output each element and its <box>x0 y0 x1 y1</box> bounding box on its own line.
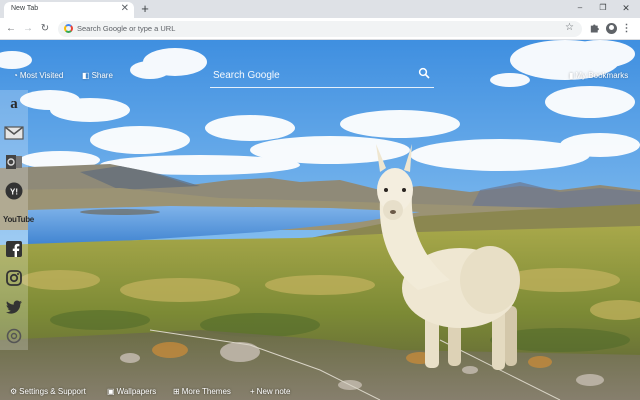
forward-icon[interactable]: → <box>22 22 34 36</box>
reload-icon[interactable]: ↻ <box>39 22 51 36</box>
tab-title: New Tab <box>11 5 39 12</box>
clock-icon: ◔ <box>13 71 18 80</box>
puzzle-icon[interactable] <box>588 22 601 36</box>
avatar-icon[interactable] <box>605 22 618 36</box>
new-note-button[interactable]: + New note <box>250 387 290 396</box>
new-tab-button[interactable]: + <box>138 2 152 16</box>
address-bar-placeholder: Search Google or type a URL <box>77 24 176 33</box>
share-icon: ◧ <box>82 71 90 80</box>
image-icon: ▣ <box>107 387 115 396</box>
gmail-icon[interactable] <box>3 122 25 144</box>
gear-icon: ⚙ <box>10 387 18 396</box>
minimize-icon[interactable]: ‒ <box>574 2 586 14</box>
more-sites-icon[interactable] <box>3 325 25 347</box>
tab-close-icon[interactable]: ✕ <box>121 4 129 14</box>
share-label: Share <box>91 71 113 80</box>
google-g-icon <box>64 24 73 33</box>
twitter-icon[interactable] <box>3 296 25 318</box>
search-input[interactable] <box>213 67 403 83</box>
menu-icon[interactable]: ⋮ <box>620 22 633 36</box>
my-bookmarks-button[interactable]: ▮ My Bookmarks <box>569 71 628 80</box>
instagram-icon[interactable] <box>3 267 25 289</box>
search-icon[interactable] <box>418 67 430 79</box>
settings-support-button[interactable]: ⚙ Settings & Support <box>10 387 86 396</box>
grid-icon: ⊞ <box>173 387 180 396</box>
wallpapers-label: Wallpapers <box>116 387 157 396</box>
search-box <box>210 64 434 88</box>
address-bar[interactable]: Search Google or type a URL ☆ <box>58 21 582 37</box>
browser-toolbar: ← → ↻ Search Google or type a URL ☆ ⋮ <box>0 18 640 40</box>
quick-links-sidebar: a Y! YouTube <box>0 90 34 350</box>
tab-new-tab[interactable]: New Tab ✕ <box>4 2 134 18</box>
amazon-icon[interactable]: a <box>3 93 25 115</box>
svg-text:Y!: Y! <box>10 188 18 197</box>
footer-bar: ⚙ Settings & Support ▣ Wallpapers ⊞ More Th… <box>0 384 640 400</box>
settings-support-label: Settings & Support <box>19 387 86 396</box>
bookmark-icon: ▮ <box>569 71 574 80</box>
wallpaper-image <box>0 40 640 400</box>
most-visited-label: Most Visited <box>19 71 64 80</box>
share-button[interactable]: ◧ Share <box>82 71 113 80</box>
bookmark-star-icon[interactable]: ☆ <box>565 22 574 33</box>
maximize-icon[interactable]: ❐ <box>597 2 609 14</box>
yahoo-icon[interactable]: Y! <box>3 180 25 202</box>
more-themes-label: More Themes <box>181 387 231 396</box>
new-note-label: New note <box>256 387 291 396</box>
back-icon[interactable]: ← <box>5 22 17 36</box>
window-close-icon[interactable]: ✕ <box>620 2 632 14</box>
youtube-icon[interactable]: YouTube <box>3 209 34 231</box>
outlook-icon[interactable] <box>3 151 25 173</box>
wallpapers-button[interactable]: ▣ Wallpapers <box>107 387 156 396</box>
tab-strip: New Tab ✕ + ‒ ❐ ✕ <box>0 0 640 18</box>
more-themes-button[interactable]: ⊞ More Themes <box>173 387 231 396</box>
most-visited-button[interactable]: ◔ Most Visited <box>13 71 63 80</box>
new-tab-page: ◔Most Visited ◧Share ▮My Bookmarks a Y! … <box>0 40 640 400</box>
facebook-icon[interactable] <box>3 238 25 260</box>
plus-icon: + <box>250 387 255 396</box>
my-bookmarks-label: My Bookmarks <box>575 71 629 80</box>
